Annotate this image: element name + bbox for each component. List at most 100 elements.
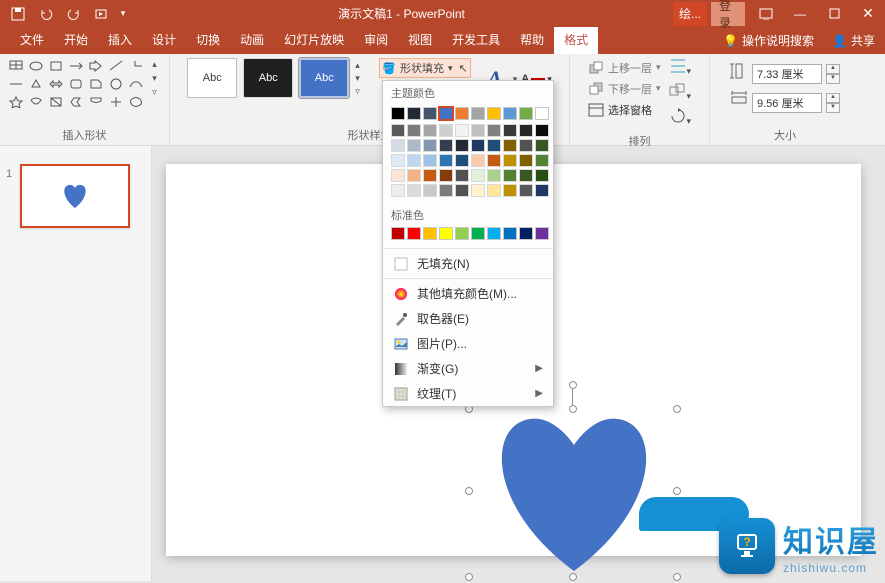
- tab-help[interactable]: 帮助: [510, 27, 554, 54]
- color-swatch[interactable]: [471, 227, 485, 240]
- color-swatch[interactable]: [439, 184, 453, 197]
- color-swatch[interactable]: [423, 184, 437, 197]
- color-swatch[interactable]: [503, 154, 517, 167]
- color-swatch[interactable]: [503, 169, 517, 182]
- color-swatch[interactable]: [503, 124, 517, 137]
- color-swatch[interactable]: [519, 154, 533, 167]
- color-swatch[interactable]: [439, 154, 453, 167]
- color-swatch[interactable]: [391, 184, 405, 197]
- color-swatch[interactable]: [471, 139, 485, 152]
- more-fill-colors-item[interactable]: 其他填充颜色(M)...: [383, 281, 553, 306]
- maximize-icon[interactable]: [817, 2, 851, 26]
- resize-handle-ne[interactable]: [673, 405, 681, 413]
- no-fill-item[interactable]: 无填充(N): [383, 251, 553, 276]
- color-swatch[interactable]: [407, 184, 421, 197]
- color-swatch[interactable]: [535, 139, 549, 152]
- bring-forward-button[interactable]: 上移一层▾: [588, 58, 661, 77]
- color-swatch[interactable]: [519, 169, 533, 182]
- color-swatch[interactable]: [391, 139, 405, 152]
- color-swatch[interactable]: [423, 227, 437, 240]
- color-swatch[interactable]: [519, 139, 533, 152]
- preset-2[interactable]: Abc: [243, 58, 293, 98]
- color-swatch[interactable]: [487, 154, 501, 167]
- save-icon[interactable]: [4, 2, 32, 26]
- rotate-button[interactable]: ▾: [669, 108, 692, 129]
- color-swatch[interactable]: [519, 124, 533, 137]
- picture-fill-item[interactable]: 图片(P)...: [383, 331, 553, 356]
- color-swatch[interactable]: [391, 124, 405, 137]
- color-swatch[interactable]: [391, 169, 405, 182]
- tab-transitions[interactable]: 切换: [186, 27, 230, 54]
- selection-pane-button[interactable]: 选择窗格: [588, 100, 661, 119]
- tab-home[interactable]: 开始: [54, 27, 98, 54]
- resize-handle-e[interactable]: [673, 487, 681, 495]
- color-swatch[interactable]: [455, 107, 469, 120]
- color-swatch[interactable]: [519, 107, 533, 120]
- tab-design[interactable]: 设计: [142, 27, 186, 54]
- shape-width-input[interactable]: [752, 93, 822, 113]
- redo-icon[interactable]: [60, 2, 88, 26]
- color-swatch[interactable]: [535, 124, 549, 137]
- color-swatch[interactable]: [439, 124, 453, 137]
- tab-slideshow[interactable]: 幻灯片放映: [274, 27, 354, 54]
- color-swatch[interactable]: [407, 139, 421, 152]
- color-swatch[interactable]: [535, 169, 549, 182]
- resize-handle-w[interactable]: [465, 487, 473, 495]
- color-swatch[interactable]: [423, 124, 437, 137]
- color-swatch[interactable]: [423, 169, 437, 182]
- color-swatch[interactable]: [535, 154, 549, 167]
- texture-fill-item[interactable]: 纹理(T) ▶: [383, 381, 553, 406]
- login-button[interactable]: 登录: [711, 2, 745, 26]
- color-swatch[interactable]: [391, 154, 405, 167]
- shape-height-input[interactable]: [752, 64, 822, 84]
- color-swatch[interactable]: [487, 124, 501, 137]
- resize-handle-s[interactable]: [569, 573, 577, 581]
- color-swatch[interactable]: [487, 184, 501, 197]
- color-swatch[interactable]: [503, 227, 517, 240]
- tell-me[interactable]: 💡操作说明搜索: [715, 32, 822, 49]
- minimize-icon[interactable]: —: [783, 2, 817, 26]
- color-swatch[interactable]: [407, 169, 421, 182]
- shape-style-presets[interactable]: Abc Abc Abc ▴▾▿: [187, 58, 371, 98]
- color-swatch[interactable]: [503, 107, 517, 120]
- color-swatch[interactable]: [455, 139, 469, 152]
- slide-thumbnail-1[interactable]: 1: [8, 164, 143, 228]
- color-swatch[interactable]: [391, 227, 405, 240]
- tab-review[interactable]: 审阅: [354, 27, 398, 54]
- color-swatch[interactable]: [535, 227, 549, 240]
- color-swatch[interactable]: [455, 154, 469, 167]
- share-button[interactable]: 👤共享: [822, 32, 885, 49]
- color-swatch[interactable]: [423, 139, 437, 152]
- start-from-beginning-icon[interactable]: [88, 2, 116, 26]
- height-spinner[interactable]: ▲▼: [826, 64, 840, 84]
- color-swatch[interactable]: [407, 154, 421, 167]
- qat-dropdown-icon[interactable]: ▾: [116, 2, 130, 26]
- resize-handle-sw[interactable]: [465, 573, 473, 581]
- color-swatch[interactable]: [455, 124, 469, 137]
- resize-handle-n[interactable]: [569, 405, 577, 413]
- color-swatch[interactable]: [455, 227, 469, 240]
- color-swatch[interactable]: [487, 139, 501, 152]
- tab-format[interactable]: 格式: [554, 27, 598, 54]
- color-swatch[interactable]: [519, 184, 533, 197]
- color-swatch[interactable]: [535, 107, 549, 120]
- color-swatch[interactable]: [535, 184, 549, 197]
- group-button[interactable]: ▾: [669, 83, 692, 104]
- color-swatch[interactable]: [471, 124, 485, 137]
- send-backward-button[interactable]: 下移一层▾: [588, 79, 661, 98]
- color-swatch[interactable]: [471, 154, 485, 167]
- tab-view[interactable]: 视图: [398, 27, 442, 54]
- close-icon[interactable]: ✕: [851, 2, 885, 26]
- preset-3[interactable]: Abc: [299, 58, 349, 98]
- color-swatch[interactable]: [439, 227, 453, 240]
- color-swatch[interactable]: [407, 227, 421, 240]
- width-spinner[interactable]: ▲▼: [826, 93, 840, 113]
- color-swatch[interactable]: [391, 107, 405, 120]
- color-swatch[interactable]: [503, 139, 517, 152]
- color-swatch[interactable]: [471, 184, 485, 197]
- color-swatch[interactable]: [439, 139, 453, 152]
- color-swatch[interactable]: [519, 227, 533, 240]
- color-swatch[interactable]: [407, 124, 421, 137]
- color-swatch[interactable]: [439, 169, 453, 182]
- resize-handle-se[interactable]: [673, 573, 681, 581]
